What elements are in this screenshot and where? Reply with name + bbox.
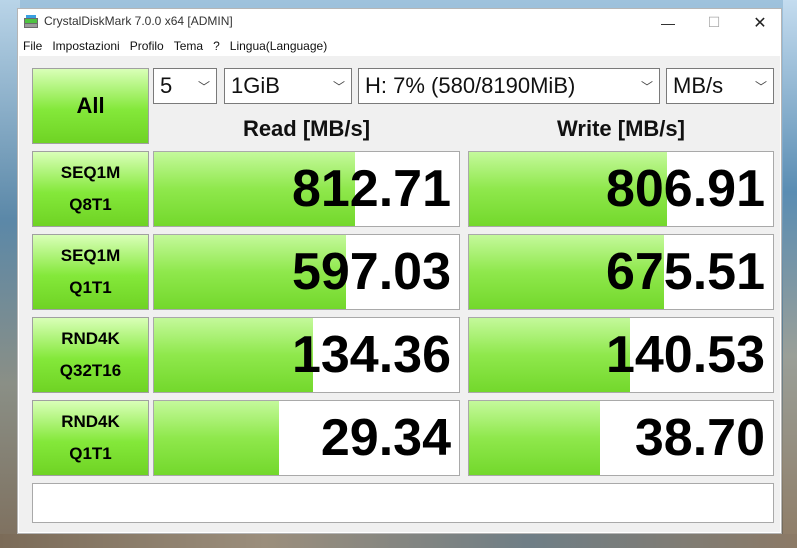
chevron-down-icon: ﹀	[754, 80, 767, 94]
read-result-meter: 812.71	[153, 151, 460, 227]
app-disk-icon	[24, 15, 38, 28]
desktop-background-right	[783, 0, 797, 548]
run-all-button[interactable]: All	[32, 68, 149, 144]
chevron-down-icon: ﹀	[197, 80, 210, 94]
read-result-meter: 29.34	[153, 400, 460, 476]
test-button[interactable]: SEQ1M Q1T1	[32, 234, 149, 310]
main-panel: All 5 ﹀ 1GiB ﹀ H: 7% (580/8190MiB) ﹀ MB/…	[19, 56, 780, 532]
test-name-line2: Q1T1	[69, 278, 112, 297]
app-window: CrystalDiskMark 7.0.0 x64 [ADMIN] — ☐ ✕ …	[17, 8, 782, 534]
menu-bar: File Impostazioni Profilo Tema ? Lingua(…	[18, 36, 781, 55]
read-result-value: 597.03	[291, 243, 451, 301]
title-bar[interactable]: CrystalDiskMark 7.0.0 x64 [ADMIN] — ☐ ✕	[18, 9, 781, 36]
read-result-meter: 134.36	[153, 317, 460, 393]
menu-help[interactable]: ?	[208, 39, 225, 53]
write-result-meter: 675.51	[468, 234, 774, 310]
test-name-line2: Q32T16	[59, 361, 122, 380]
test-name-line1: RND4K	[61, 329, 120, 348]
write-column-header: Write [MB/s]	[557, 116, 685, 141]
read-result-fill	[154, 318, 313, 392]
menu-language[interactable]: Lingua(Language)	[225, 39, 332, 53]
test-size-select[interactable]: 1GiB ﹀	[224, 68, 352, 104]
read-result-meter: 597.03	[153, 234, 460, 310]
read-result-value: 29.34	[320, 409, 451, 467]
window-title: CrystalDiskMark 7.0.0 x64 [ADMIN]	[44, 14, 233, 28]
drive-value: H: 7% (580/8190MiB)	[365, 73, 576, 98]
drive-select[interactable]: H: 7% (580/8190MiB) ﹀	[358, 68, 660, 104]
desktop-background-bottom	[0, 534, 797, 548]
close-button[interactable]: ✕	[737, 9, 783, 36]
write-result-value: 140.53	[605, 326, 765, 384]
write-result-meter: 806.91	[468, 151, 774, 227]
menu-settings[interactable]: Impostazioni	[47, 39, 124, 53]
menu-file[interactable]: File	[18, 39, 47, 53]
menu-theme[interactable]: Tema	[169, 39, 208, 53]
test-name-line1: RND4K	[61, 412, 120, 431]
unit-value: MB/s	[673, 73, 724, 98]
comment-input[interactable]	[32, 483, 774, 523]
test-name-line1: SEQ1M	[60, 246, 121, 265]
read-result-value: 812.71	[291, 160, 451, 218]
chevron-down-icon: ﹀	[332, 80, 345, 94]
test-name-line2: Q8T1	[69, 195, 112, 214]
write-result-fill	[469, 401, 600, 475]
test-button[interactable]: RND4K Q1T1	[32, 400, 149, 476]
write-result-meter: 38.70	[468, 400, 774, 476]
test-button[interactable]: SEQ1M Q8T1	[32, 151, 149, 227]
read-result-fill	[154, 401, 280, 475]
write-result-value: 806.91	[605, 160, 765, 218]
test-count-value: 5	[160, 73, 173, 98]
read-column-header: Read [MB/s]	[242, 116, 371, 141]
write-result-value: 675.51	[605, 243, 765, 301]
test-name-line2: Q1T1	[69, 444, 112, 463]
test-size-value: 1GiB	[231, 73, 280, 98]
unit-select[interactable]: MB/s ﹀	[666, 68, 774, 104]
test-count-select[interactable]: 5 ﹀	[153, 68, 217, 104]
chevron-down-icon: ﹀	[640, 80, 653, 94]
maximize-button[interactable]: ☐	[691, 9, 737, 36]
read-result-value: 134.36	[291, 326, 451, 384]
test-name-line1: SEQ1M	[60, 163, 121, 182]
minimize-button[interactable]: —	[645, 9, 691, 36]
write-result-meter: 140.53	[468, 317, 774, 393]
menu-profile[interactable]: Profilo	[125, 39, 169, 53]
write-result-value: 38.70	[634, 409, 765, 467]
test-button[interactable]: RND4K Q32T16	[32, 317, 149, 393]
